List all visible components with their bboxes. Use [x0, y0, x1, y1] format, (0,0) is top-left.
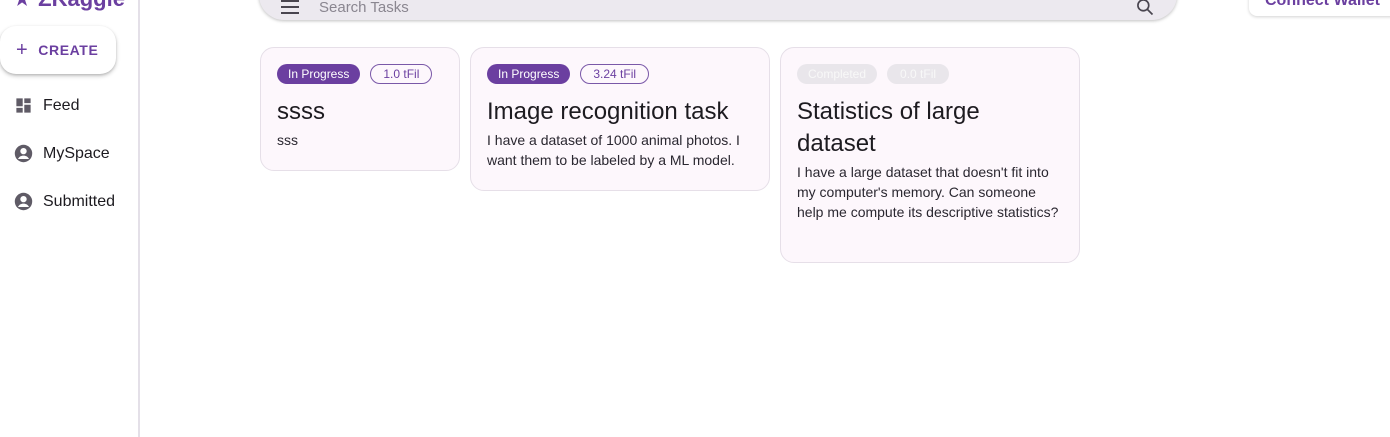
reward-badge: 3.24 tFil [580, 64, 650, 84]
sidebar-item-submitted[interactable]: Submitted [14, 192, 115, 211]
sidebar-item-myspace[interactable]: MySpace [14, 144, 110, 163]
plus-icon: + [16, 39, 29, 61]
sidebar-item-label: Feed [43, 96, 80, 114]
search-input[interactable]: Search Tasks [319, 0, 409, 16]
search-icon[interactable] [1135, 0, 1155, 17]
search-bar[interactable]: Search Tasks [259, 0, 1177, 20]
connect-wallet-button[interactable]: Connect Wallet [1249, 0, 1390, 16]
status-badge: In Progress [487, 64, 571, 84]
account-circle-icon [14, 144, 33, 163]
task-card[interactable]: In Progress 3.24 tFil Image recognition … [470, 47, 770, 191]
sidebar-item-label: MySpace [43, 144, 110, 162]
create-button-label: CREATE [38, 42, 99, 58]
reward-badge: 0.0 tFil [887, 64, 950, 84]
app-name: ZKaggle [38, 0, 125, 12]
sidebar-item-feed[interactable]: Feed [14, 96, 79, 115]
task-description: sss [277, 132, 298, 148]
menu-icon[interactable] [281, 0, 299, 14]
create-button[interactable]: + CREATE [0, 26, 116, 74]
task-card[interactable]: Completed 0.0 tFil Statistics of large d… [780, 47, 1080, 263]
task-title: ssss [277, 98, 325, 125]
task-title: Statistics of large dataset [797, 98, 980, 157]
task-title: Image recognition task [487, 98, 729, 125]
task-description: I have a dataset of 1000 animal photos. … [487, 132, 740, 168]
status-badge: Completed [797, 64, 878, 84]
dashboard-icon [16, 98, 31, 113]
task-description: I have a large dataset that doesn't fit … [797, 164, 1059, 220]
reward-badge: 1.0 tFil [370, 64, 433, 84]
status-badge: In Progress [277, 64, 361, 84]
sidebar-item-label: Submitted [43, 192, 116, 210]
star-icon: ★ [14, 0, 30, 10]
sidebar: ★ ZKaggle + CREATE Feed MySpace Submitte… [0, 0, 140, 437]
app-logo[interactable]: ★ ZKaggle [14, 0, 125, 12]
task-card[interactable]: In Progress 1.0 tFil ssss sss [260, 47, 460, 171]
account-circle-icon [14, 192, 33, 211]
